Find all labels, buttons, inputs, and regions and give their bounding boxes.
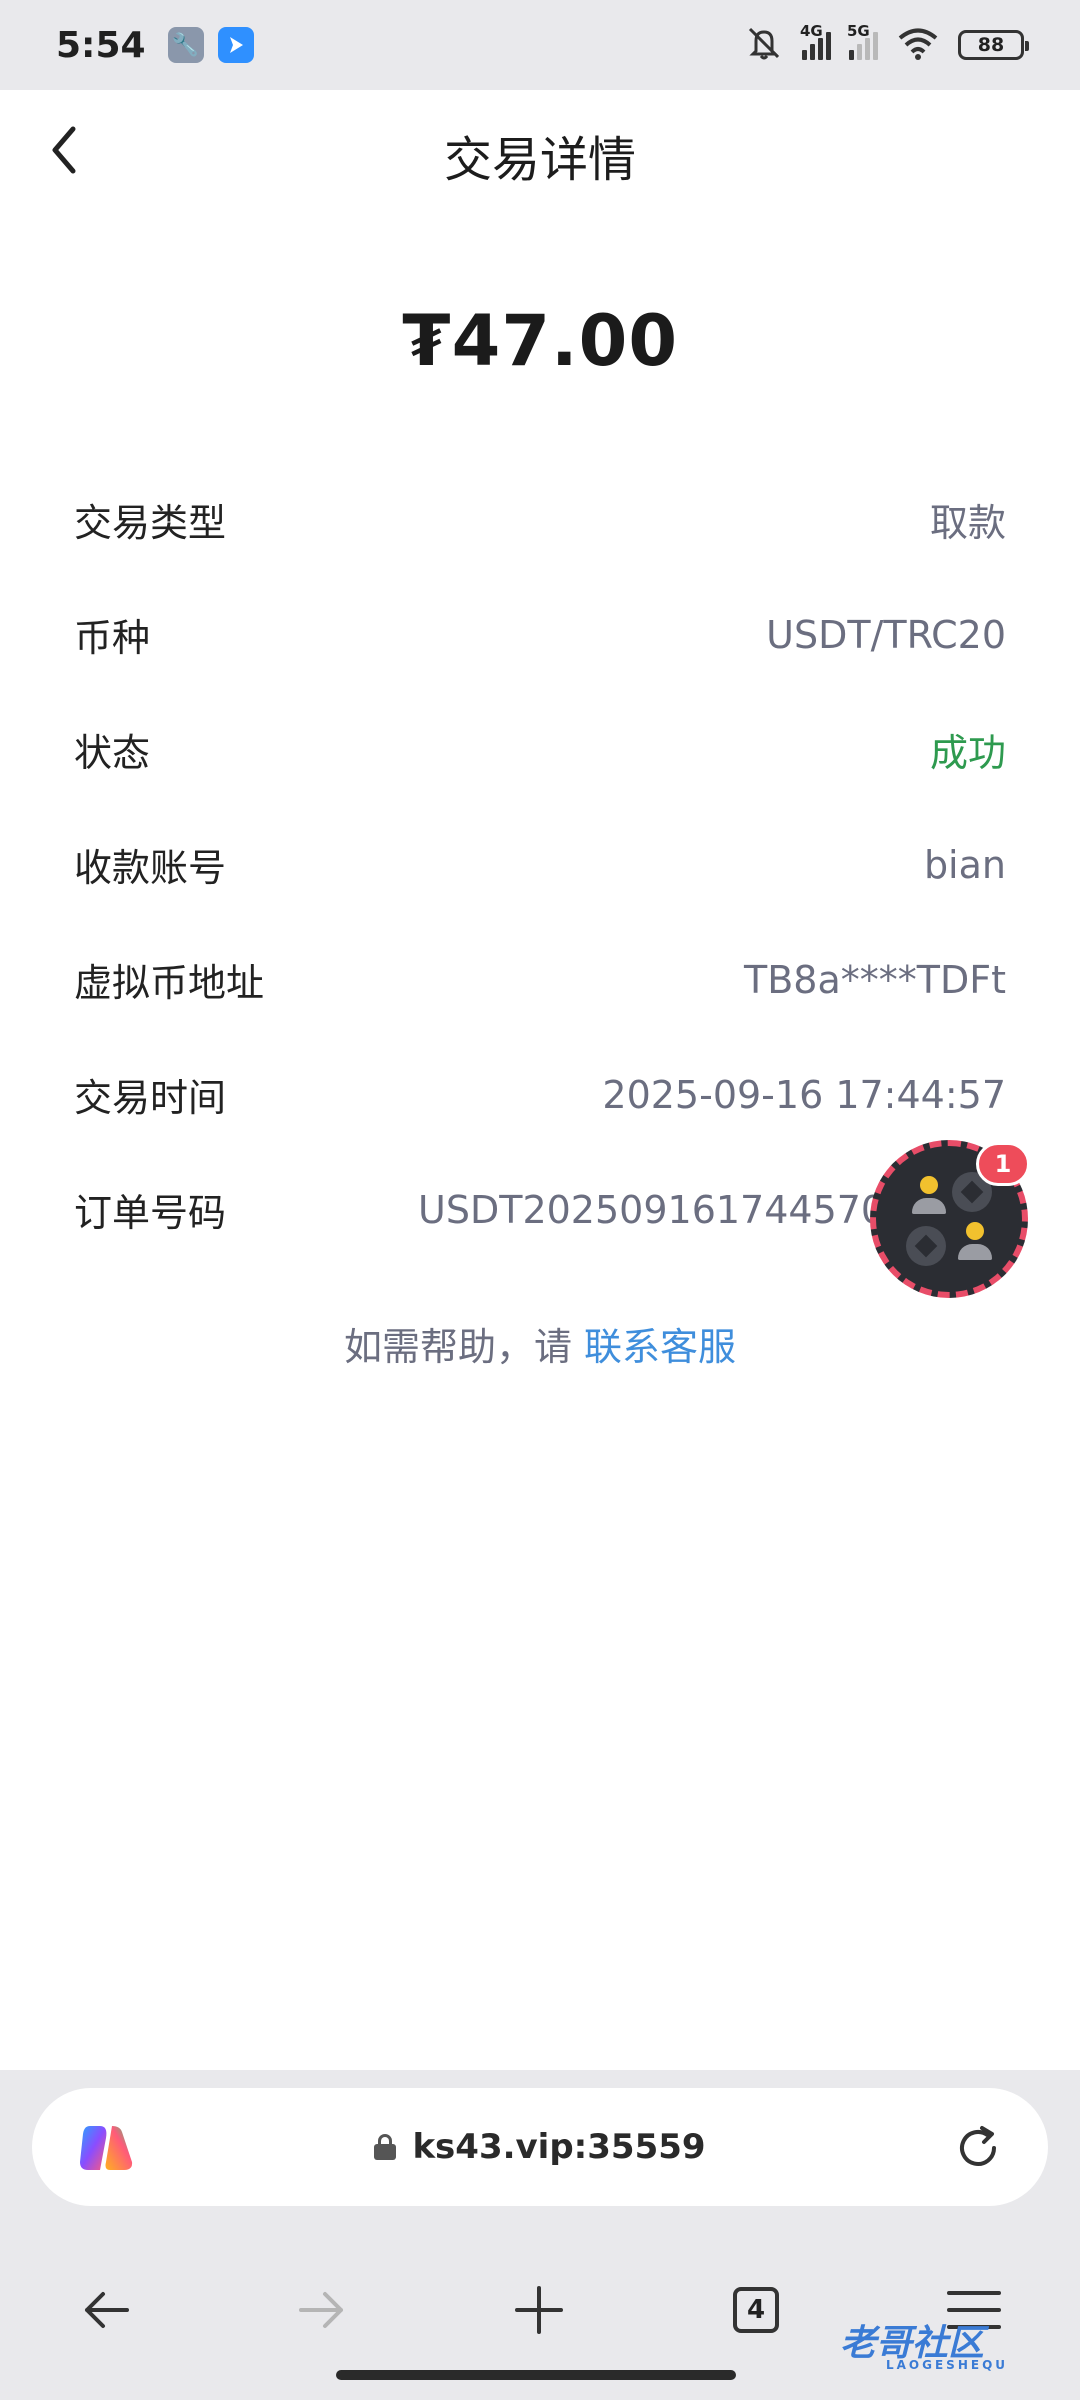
notification-badge: 1 [976,1142,1030,1186]
home-indicator[interactable] [336,2370,736,2380]
message-app-icon [217,27,254,63]
lock-icon [374,2134,397,2160]
detail-label: 虚拟币地址 [74,961,265,1005]
detail-row-type: 交易类型 取款 [74,462,1006,577]
status-icons: 4G 5G 88 [744,22,1029,65]
watermark-subtext: LAOGESHEQU [886,2358,1009,2372]
help-text: 如需帮助，请 [343,1325,585,1369]
detail-row-order: 订单号码 USDT20250916174457005347 [74,1152,1006,1267]
wrench-icon: 🔧 [167,27,204,63]
detail-label: 交易时间 [74,1076,227,1120]
tab-count: 4 [733,2287,779,2333]
detail-label: 收款账号 [74,846,227,890]
detail-value: TB8a****TDFt [744,957,1006,1002]
transaction-amount: ₮47.00 [401,300,679,382]
reload-icon[interactable] [952,2122,1004,2174]
new-tab-button[interactable] [489,2260,589,2360]
header: 交易详情 [0,90,1080,210]
detail-row-currency: 币种 USDT/TRC20 [74,577,1006,692]
url-text: ks43.vip:35559 [412,2127,706,2167]
watermark-logo: 老哥社区 LAOGESHEQU [840,2300,1070,2380]
network-label-1: 4G [800,22,823,40]
detail-row-address: 虚拟币地址 TB8a****TDFt [74,922,1006,1037]
url-display: ks43.vip:35559 [32,2088,1048,2206]
status-value: 成功 [929,731,1006,775]
wifi-icon [896,26,940,64]
contact-support-link[interactable]: 联系客服 [584,1325,736,1369]
details-list: 交易类型 取款 币种 USDT/TRC20 状态 成功 收款账号 bian 虚拟… [74,462,1006,1267]
detail-value: bian [923,842,1006,887]
page-title: 交易详情 [443,132,636,188]
signal-5g-icon: 5G [847,22,878,60]
help-line: 如需帮助，请 联系客服 [0,1316,1080,1371]
signal-4g-icon: 4G [800,22,831,60]
arrow-right-icon [299,2292,343,2328]
detail-label: 状态 [74,731,151,775]
browser-forward-button[interactable] [272,2260,372,2360]
detail-row-account: 收款账号 bian [74,807,1006,922]
detail-label: 交易类型 [74,501,227,545]
battery-icon: 88 [958,30,1029,60]
status-bar: 5:54 🔧 4G 5G 88 [0,0,1080,90]
mute-bell-icon [744,25,784,65]
detail-label: 币种 [74,616,151,660]
detail-row-status: 状态 成功 [74,692,1006,807]
status-time: 5:54 [56,24,146,66]
tabs-button[interactable]: 4 [706,2260,806,2360]
address-bar[interactable]: ks43.vip:35559 [32,2088,1048,2206]
arrow-left-icon [85,2292,129,2328]
detail-value: 2025-09-16 17:44:57 [602,1072,1006,1117]
detail-row-time: 交易时间 2025-09-16 17:44:57 [74,1037,1006,1152]
detail-label: 订单号码 [74,1191,227,1235]
plus-icon [515,2286,563,2334]
detail-value: 取款 [929,501,1006,545]
network-label-2: 5G [847,22,870,40]
browser-back-button[interactable] [56,2260,156,2360]
detail-value: USDT/TRC20 [766,612,1006,657]
